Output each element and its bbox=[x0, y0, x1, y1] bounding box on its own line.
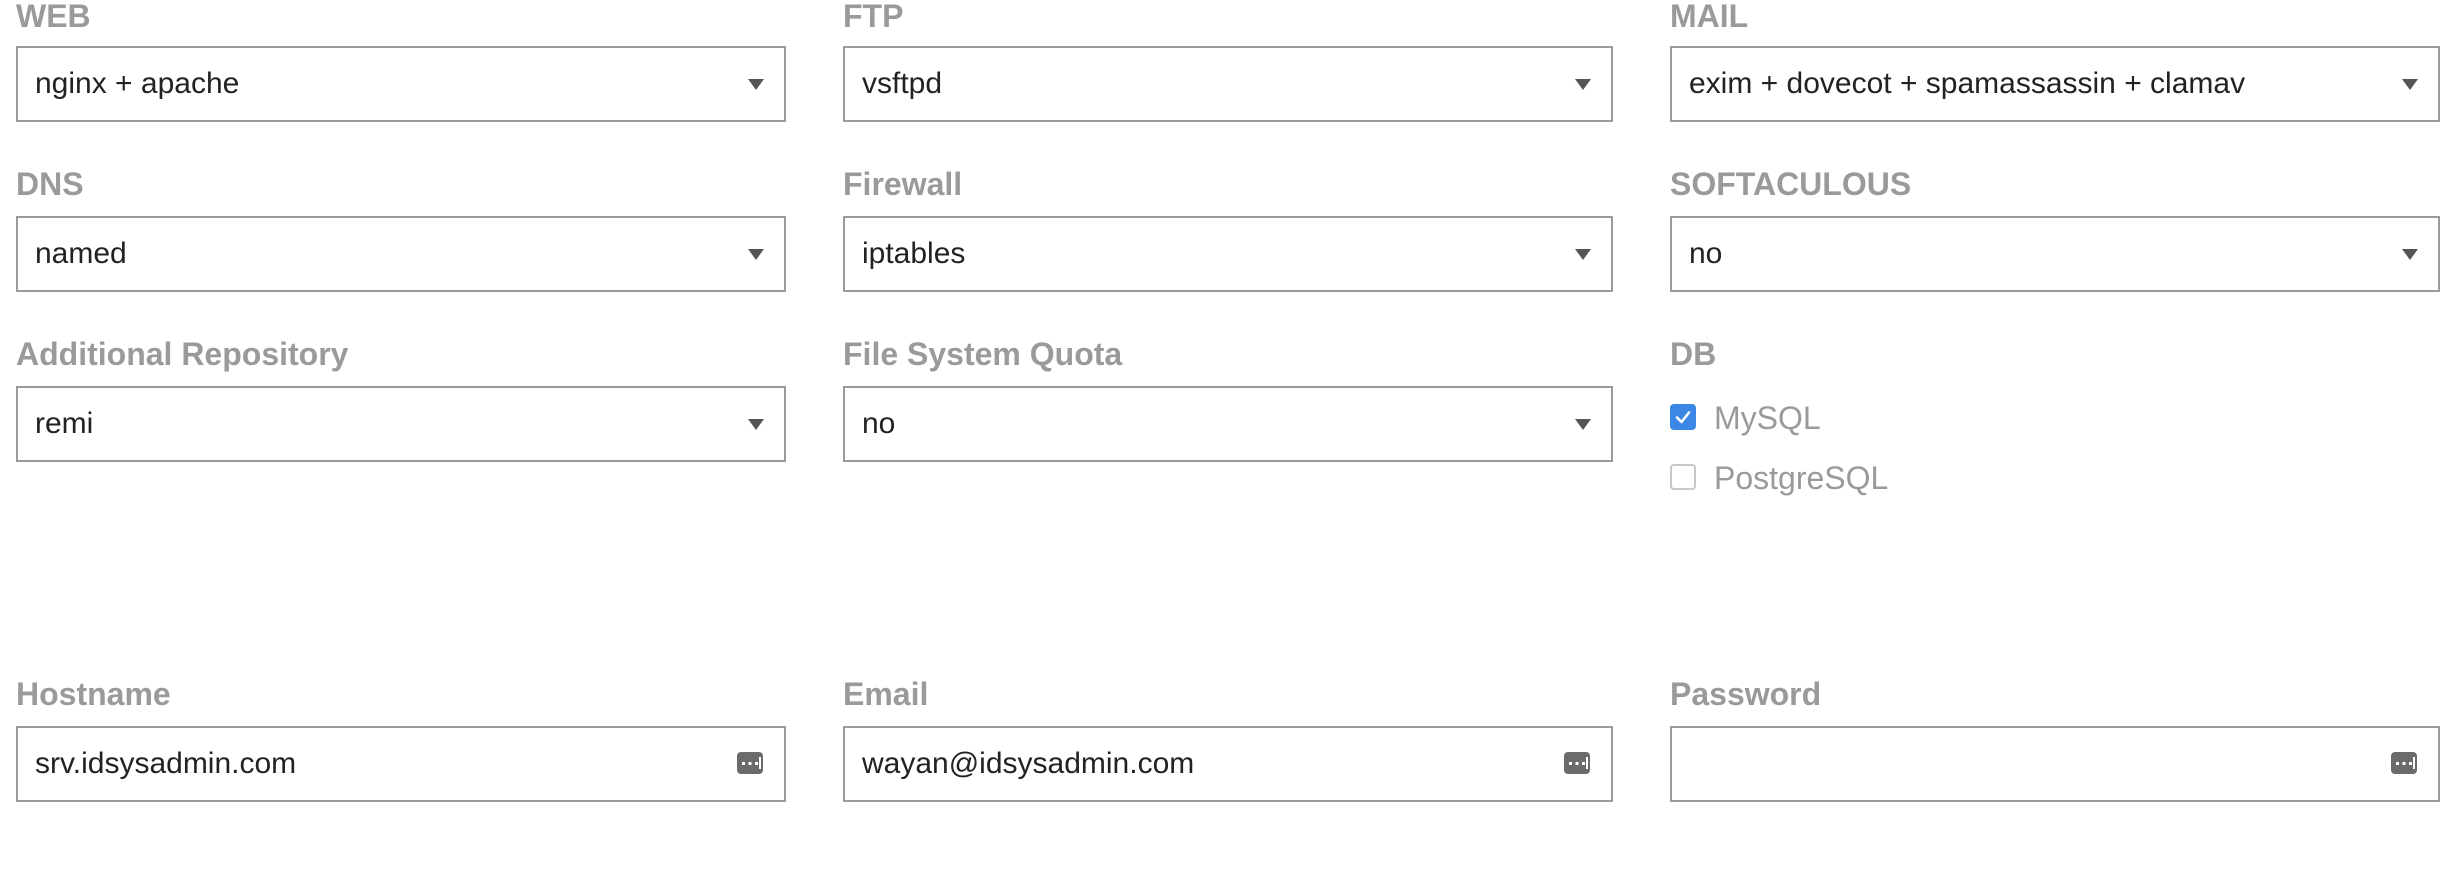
hostname-label: Hostname bbox=[16, 676, 171, 712]
password-field: Password bbox=[1670, 678, 2440, 804]
quota-select-value: no bbox=[862, 407, 896, 440]
hostname-field: Hostname srv.idsysadmin.com bbox=[16, 678, 786, 804]
caret-down-icon bbox=[1575, 419, 1591, 430]
web-select[interactable]: nginx + apache bbox=[16, 46, 786, 122]
db-label: DB bbox=[1670, 336, 1717, 372]
mysql-checkbox[interactable] bbox=[1670, 404, 1696, 430]
keyboard-icon[interactable] bbox=[2390, 749, 2418, 777]
postgresql-checkbox-label: PostgreSQL bbox=[1714, 460, 1889, 496]
hostname-input-value: srv.idsysadmin.com bbox=[35, 747, 297, 780]
caret-down-icon bbox=[748, 79, 764, 90]
keyboard-icon[interactable] bbox=[1563, 749, 1591, 777]
mail-select-value: exim + dovecot + spamassassin + clamav bbox=[1689, 67, 2246, 100]
password-input[interactable] bbox=[1670, 726, 2440, 802]
softaculous-select[interactable]: no bbox=[1670, 216, 2440, 292]
db-field: DB MySQL PostgreSQL bbox=[1670, 338, 2440, 498]
repository-select[interactable]: remi bbox=[16, 386, 786, 462]
hostname-input[interactable]: srv.idsysadmin.com bbox=[16, 726, 786, 802]
caret-down-icon bbox=[2402, 79, 2418, 90]
caret-down-icon bbox=[1575, 249, 1591, 260]
softaculous-select-value: no bbox=[1689, 237, 1723, 270]
ftp-select-value: vsftpd bbox=[862, 67, 943, 100]
firewall-label: Firewall bbox=[843, 166, 963, 202]
web-field: WEB nginx + apache bbox=[16, 0, 786, 124]
mail-label: MAIL bbox=[1670, 0, 1749, 34]
repository-select-value: remi bbox=[35, 407, 94, 440]
ftp-label: FTP bbox=[843, 0, 904, 34]
email-input-value: wayan@idsysadmin.com bbox=[862, 747, 1195, 780]
repository-label: Additional Repository bbox=[16, 336, 349, 372]
firewall-select-value: iptables bbox=[862, 237, 966, 270]
ftp-field: FTP vsftpd bbox=[843, 0, 1613, 124]
dns-field: DNS named bbox=[16, 168, 786, 292]
web-label: WEB bbox=[16, 0, 91, 34]
caret-down-icon bbox=[748, 249, 764, 260]
mysql-checkbox-row[interactable]: MySQL bbox=[1670, 398, 1970, 438]
quota-field: File System Quota no bbox=[843, 338, 1613, 462]
mysql-checkbox-label: MySQL bbox=[1714, 400, 1821, 436]
email-field: Email wayan@idsysadmin.com bbox=[843, 678, 1613, 804]
email-input[interactable]: wayan@idsysadmin.com bbox=[843, 726, 1613, 802]
ftp-select[interactable]: vsftpd bbox=[843, 46, 1613, 122]
quota-label: File System Quota bbox=[843, 336, 1123, 372]
password-label: Password bbox=[1670, 676, 1822, 712]
keyboard-icon[interactable] bbox=[736, 749, 764, 777]
email-label: Email bbox=[843, 676, 929, 712]
caret-down-icon bbox=[748, 419, 764, 430]
repository-field: Additional Repository remi bbox=[16, 338, 786, 462]
dns-select[interactable]: named bbox=[16, 216, 786, 292]
mail-field: MAIL exim + dovecot + spamassassin + cla… bbox=[1670, 0, 2440, 124]
softaculous-field: SOFTACULOUS no bbox=[1670, 168, 2440, 292]
firewall-field: Firewall iptables bbox=[843, 168, 1613, 292]
dns-select-value: named bbox=[35, 237, 127, 270]
web-select-value: nginx + apache bbox=[35, 67, 240, 100]
caret-down-icon bbox=[2402, 249, 2418, 260]
firewall-select[interactable]: iptables bbox=[843, 216, 1613, 292]
dns-label: DNS bbox=[16, 166, 84, 202]
check-icon bbox=[1675, 411, 1691, 424]
postgresql-checkbox[interactable] bbox=[1670, 464, 1696, 490]
postgresql-checkbox-row[interactable]: PostgreSQL bbox=[1670, 458, 1970, 498]
softaculous-label: SOFTACULOUS bbox=[1670, 166, 1912, 202]
mail-select[interactable]: exim + dovecot + spamassassin + clamav bbox=[1670, 46, 2440, 122]
quota-select[interactable]: no bbox=[843, 386, 1613, 462]
caret-down-icon bbox=[1575, 79, 1591, 90]
